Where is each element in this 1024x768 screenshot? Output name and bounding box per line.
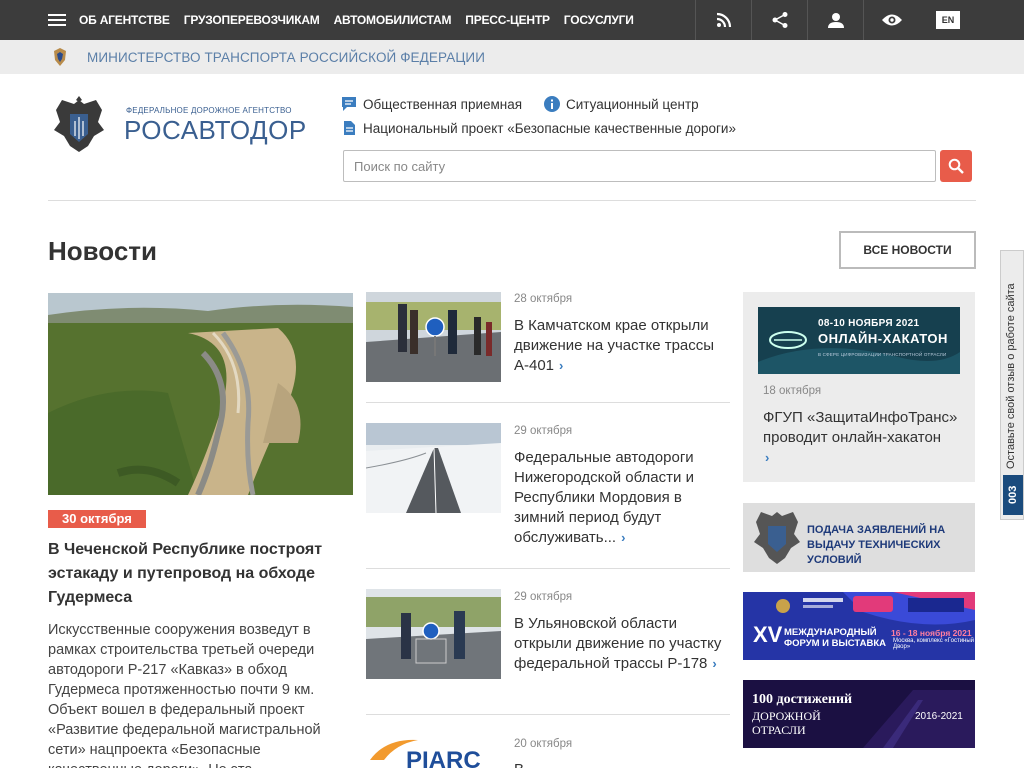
forum-place: Москва, комплекс «Гостиный Двор» [893,638,975,650]
news-item-title[interactable]: В Камчатском крае открыли движение на уч… [514,316,729,376]
news-item-image[interactable] [366,292,501,382]
news-divider [366,714,730,715]
forum-dates: 16 - 18 ноября 2021 [891,628,972,638]
hackathon-dates: 08-10 НОЯБРЯ 2021 [818,318,920,329]
info-icon [544,96,560,112]
achievements-title: 100 достижений [752,692,853,707]
search-button[interactable] [940,150,972,182]
main-news-text: Искусственные сооружения возведут в рамк… [48,622,321,768]
feedback-badge: 003 [1003,475,1023,515]
eye-icon[interactable] [863,0,919,40]
rosavtodor-emblem-icon [754,512,800,564]
news-item-title-text: Федеральные автодороги Нижегородской обл… [514,449,694,546]
main-news-title[interactable]: В Чеченской Республике построят эстакаду… [48,538,348,610]
nav-press[interactable]: ПРЕСС-ЦЕНТР [465,13,550,27]
chevron-right-icon: › [765,450,770,465]
hackathon-subtitle: В СФЕРЕ ЦИФРОВИЗАЦИИ ТРАНСПОРТНОЙ ОТРАСЛ… [818,352,947,357]
news-item-image[interactable] [366,589,501,679]
news-item-title-text: В Ульяновской области открыли движение п… [514,615,722,672]
feedback-label: Оставьте свой отзыв о работе сайта [1005,283,1017,469]
user-icon[interactable] [807,0,863,40]
news-divider [366,402,730,403]
news-item-date: 29 октября [514,591,573,603]
share-icon[interactable] [751,0,807,40]
tech-conditions-text: ПОДАЧА ЗАЯВЛЕНИЙ НА ВЫДАЧУ ТЕХНИЧЕСКИХ У… [807,524,946,566]
hackathon-banner[interactable]: 08-10 НОЯБРЯ 2021 ОНЛАЙН-ХАКАТОН В СФЕРЕ… [758,307,960,374]
reception-label: Общественная приемная [363,96,523,112]
chat-icon [342,97,356,111]
rss-icon[interactable] [695,0,751,40]
search-icon [948,158,964,174]
news-item-image[interactable] [366,423,501,513]
tech-conditions-banner[interactable]: ПОДАЧА ЗАЯВЛЕНИЙ НА ВЫДАЧУ ТЕХНИЧЕСКИХ У… [743,503,975,572]
achievements-banner[interactable]: 100 достижений ДОРОЖНОЙ ОТРАСЛИ 2016-202… [743,680,975,748]
situation-center-link[interactable]: Ситуационный центр [544,96,699,112]
ministry-emblem-icon [50,46,70,68]
search-input[interactable] [343,150,936,182]
news-item-date: 20 октября [514,738,573,750]
logo-subtitle: Федеральное дорожное агентство [126,106,292,115]
menu-icon[interactable] [48,14,66,26]
situation-center-label: Ситуационный центр [566,96,699,112]
news-item-title[interactable]: Федеральные автодороги Нижегородской обл… [514,448,729,548]
top-icons [695,0,919,40]
news-divider [366,568,730,569]
ministry-link[interactable]: МИНИСТЕРСТВО ТРАНСПОРТА РОССИЙСКОЙ ФЕДЕР… [87,50,485,65]
chevron-right-icon: › [559,358,564,373]
header-divider [48,200,976,201]
achievements-text: ДОРОЖНОЙ ОТРАСЛИ [752,709,821,737]
main-news-image[interactable] [48,293,353,495]
page-title: Новости [48,236,158,266]
all-news-button[interactable]: ВСЕ НОВОСТИ [839,231,976,269]
nav-about[interactable]: ОБ АГЕНТСТВЕ [79,13,170,27]
national-project-label: Национальный проект «Безопасные качестве… [363,120,736,136]
news-item-image[interactable]: PIARC [366,734,501,768]
nav-carriers[interactable]: ГРУЗОПЕРЕВОЗЧИКАМ [184,13,320,27]
forum-text: МЕЖДУНАРОДНЫЙ ФОРУМ И ВЫСТАВКА [784,627,887,649]
hackathon-title: ОНЛАЙН-ХАКАТОН [818,331,948,346]
news-item-date: 29 октября [514,425,573,437]
logo-emblem-icon[interactable] [48,92,110,158]
feedback-tab[interactable]: Оставьте свой отзыв о работе сайта 003 [1000,250,1024,520]
document-icon [344,121,355,135]
side-news-date: 18 октября [763,385,822,397]
news-item-title[interactable]: В Ульяновской области открыли движение п… [514,614,729,674]
lang-switch[interactable]: EN [936,11,960,29]
chevron-right-icon: › [712,656,717,671]
top-nav: ОБ АГЕНТСТВЕ ГРУЗОПЕРЕВОЗЧИКАМ АВТОМОБИЛ… [79,0,648,40]
piarc-logo-text: PIARC [406,747,481,768]
ministry-bar: МИНИСТЕРСТВО ТРАНСПОРТА РОССИЙСКОЙ ФЕДЕР… [0,40,1024,74]
achievements-years: 2016-2021 [915,711,963,722]
nav-drivers[interactable]: АВТОМОБИЛИСТАМ [334,13,452,27]
news-item-title-text: В Камчатском крае открыли движение на уч… [514,317,715,374]
forum-number: XV [753,622,783,647]
chevron-right-icon: › [621,530,626,545]
news-item-title[interactable]: В [514,760,729,768]
top-bar: ОБ АГЕНТСТВЕ ГРУЗОПЕРЕВОЗЧИКАМ АВТОМОБИЛ… [0,0,1024,40]
nav-gosuslugi[interactable]: ГОСУСЛУГИ [564,13,634,27]
reception-link[interactable]: Общественная приемная [341,96,522,112]
side-news-title-text: ФГУП «ЗащитаИнфоТранс» проводит онлайн-х… [763,409,958,446]
forum-banner[interactable]: XV МЕЖДУНАРОДНЫЙ ФОРУМ И ВЫСТАВКА 16 - 1… [743,592,975,660]
logo-title[interactable]: РОСАВТОДОР [124,115,307,146]
main-news-date: 30 октября [48,510,146,528]
national-project-link[interactable]: Национальный проект «Безопасные качестве… [341,120,736,136]
news-item-date: 28 октября [514,293,573,305]
side-news-title[interactable]: ФГУП «ЗащитаИнфоТранс» проводит онлайн-х… [763,408,968,468]
